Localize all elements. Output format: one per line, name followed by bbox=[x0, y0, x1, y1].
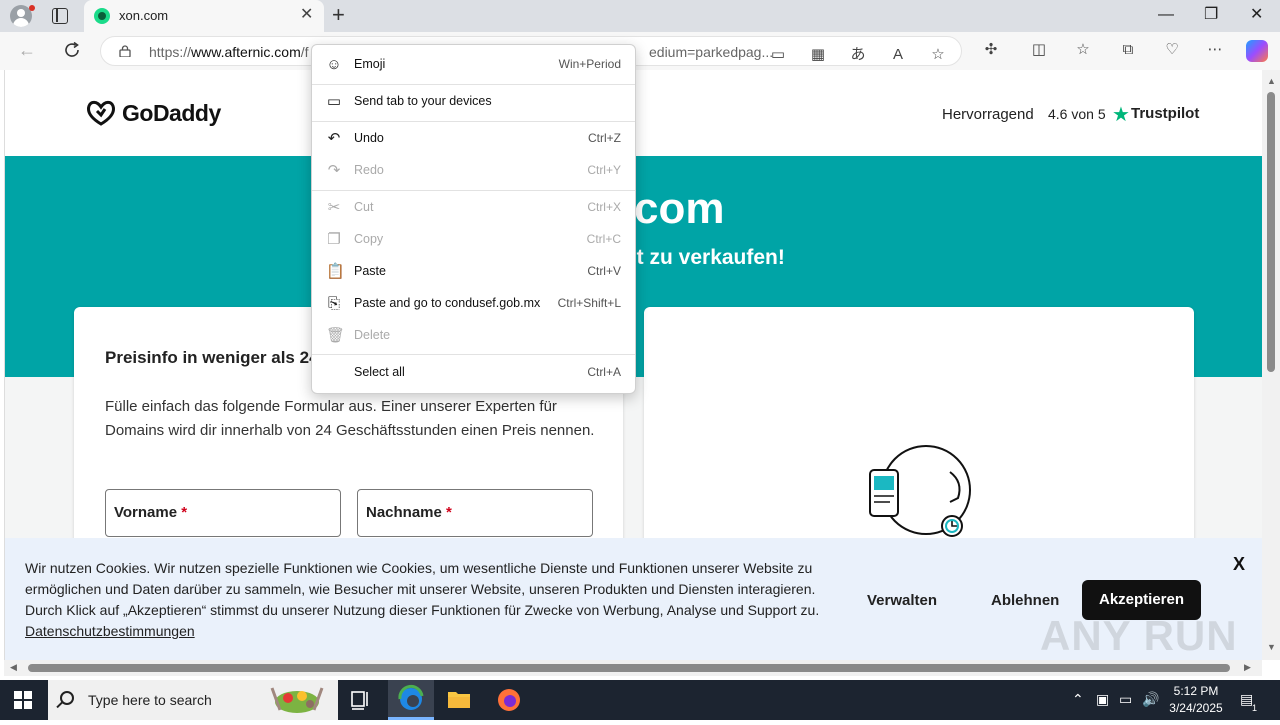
close-window-icon[interactable]: ✕ bbox=[1250, 6, 1263, 24]
browser-essentials-icon[interactable]: ♡ bbox=[1163, 41, 1181, 59]
show-hidden-icons-icon[interactable]: ⌃ bbox=[1072, 691, 1084, 707]
favicon-icon bbox=[94, 8, 110, 24]
anyrun-watermark: ANY RUN bbox=[1040, 612, 1238, 659]
context-menu: ☺ Emoji Win+Period ▭ Send tab to your de… bbox=[311, 44, 636, 394]
copy-icon: ❐ bbox=[327, 231, 341, 248]
menu-divider bbox=[312, 354, 635, 355]
undo-icon: ↶ bbox=[327, 130, 341, 147]
windows-start-icon[interactable] bbox=[14, 691, 32, 709]
vertical-scroll-thumb[interactable] bbox=[1267, 92, 1275, 372]
device-icon[interactable]: ▣ bbox=[1096, 691, 1109, 707]
tab-title: xon.com bbox=[119, 8, 169, 23]
cookie-close-button[interactable]: X bbox=[1233, 554, 1245, 575]
lock-icon[interactable] bbox=[119, 45, 131, 57]
paste-icon: 📋 bbox=[326, 263, 345, 280]
tab-strip: xon.com ✕ + — ❐ ✕ bbox=[0, 0, 1280, 32]
taskbar-search-box[interactable]: Type here to search bbox=[48, 680, 338, 720]
scroll-up-icon[interactable]: ▲ bbox=[1267, 76, 1276, 86]
menu-item-send-tab[interactable]: ▭ Send tab to your devices bbox=[312, 87, 635, 117]
reject-cookies-button[interactable]: Ablehnen bbox=[991, 592, 1059, 609]
profile-notification-dot bbox=[29, 5, 35, 11]
tab-close-icon[interactable]: ✕ bbox=[300, 7, 313, 23]
cast-icon[interactable]: ▭ bbox=[769, 46, 787, 64]
scroll-down-icon[interactable]: ▼ bbox=[1267, 642, 1276, 652]
scroll-right-icon[interactable]: ▶ bbox=[1244, 662, 1251, 673]
rating-label: Hervorragend bbox=[942, 106, 1034, 123]
menu-item-copy[interactable]: ❐ Copy Ctrl+C bbox=[312, 225, 635, 255]
task-view-icon[interactable] bbox=[338, 680, 384, 720]
menu-item-cut[interactable]: ✂ Cut Ctrl+X bbox=[312, 193, 635, 223]
redo-icon: ↷ bbox=[327, 162, 341, 179]
hero-title: com bbox=[634, 184, 725, 233]
tab-actions-icon[interactable] bbox=[52, 8, 68, 24]
favorite-star-icon[interactable]: ☆ bbox=[929, 46, 947, 64]
menu-divider bbox=[312, 121, 635, 122]
new-tab-icon[interactable]: + bbox=[332, 4, 345, 26]
hero-subtitle: st zu verkaufen! bbox=[625, 246, 785, 269]
firefox-icon[interactable] bbox=[486, 680, 532, 720]
favorites-icon[interactable]: ☆ bbox=[1074, 41, 1092, 59]
search-highlight-icon bbox=[270, 687, 324, 713]
phone-clock-illustration bbox=[869, 445, 971, 537]
url-text[interactable]: https://www.afternic.com/f bbox=[149, 44, 309, 60]
network-icon[interactable]: ▭ bbox=[1119, 691, 1132, 707]
manage-cookies-button[interactable]: Verwalten bbox=[867, 592, 937, 609]
url-tail-text[interactable]: edium=parkedpag... bbox=[649, 44, 773, 60]
copilot-icon[interactable] bbox=[1246, 40, 1268, 62]
clock-time[interactable]: 5:12 PM bbox=[1166, 684, 1226, 698]
form-heading: Preisinfo in weniger als 24 bbox=[105, 348, 319, 367]
apps-icon[interactable]: ▦ bbox=[809, 46, 827, 64]
notification-count-badge: 1 bbox=[1252, 703, 1258, 713]
cut-icon: ✂ bbox=[327, 199, 341, 216]
edge-taskbar-icon[interactable] bbox=[388, 680, 434, 720]
extensions-icon[interactable]: ✣ bbox=[982, 41, 1000, 59]
more-menu-icon[interactable]: ⋯ bbox=[1206, 41, 1224, 59]
privacy-policy-link[interactable]: Datenschutzbestimmungen bbox=[25, 623, 195, 639]
menu-divider bbox=[312, 84, 635, 85]
godaddy-logo-icon[interactable] bbox=[85, 98, 117, 128]
rating-value: 4.6 von 5 bbox=[1048, 106, 1106, 122]
emoji-icon: ☺ bbox=[326, 56, 342, 73]
search-placeholder: Type here to search bbox=[88, 692, 212, 708]
menu-item-emoji[interactable]: ☺ Emoji Win+Period bbox=[312, 50, 635, 80]
menu-item-select-all[interactable]: Select all Ctrl+A bbox=[312, 358, 635, 388]
cookie-text: Wir nutzen Cookies. Wir nutzen spezielle… bbox=[25, 560, 820, 639]
file-explorer-icon[interactable] bbox=[436, 680, 482, 720]
volume-icon[interactable]: 🔊 bbox=[1142, 691, 1159, 707]
translate-icon[interactable]: あ bbox=[849, 46, 867, 64]
minimize-icon[interactable]: — bbox=[1158, 6, 1174, 24]
logo-text[interactable]: GoDaddy bbox=[122, 100, 221, 127]
refresh-icon[interactable] bbox=[62, 40, 82, 60]
split-screen-icon[interactable]: ◫ bbox=[1030, 41, 1048, 59]
browser-toolbar: ← https://www.afternic.com/f edium=parke… bbox=[0, 32, 1280, 70]
first-name-field[interactable]: Vorname * bbox=[105, 489, 341, 537]
last-name-field[interactable]: Nachname * bbox=[357, 489, 593, 537]
maximize-icon[interactable]: ❐ bbox=[1204, 6, 1218, 24]
back-arrow-icon[interactable]: ← bbox=[18, 40, 36, 61]
form-intro: Fülle einfach das folgende Formular aus.… bbox=[105, 398, 595, 439]
menu-item-undo[interactable]: ↶ Undo Ctrl+Z bbox=[312, 124, 635, 154]
delete-icon: 🗑 bbox=[326, 327, 346, 344]
menu-item-paste-and-go[interactable]: ⎘ Paste and go to condusef.gob.mx Ctrl+S… bbox=[312, 289, 635, 319]
menu-item-redo[interactable]: ↷ Redo Ctrl+Y bbox=[312, 156, 635, 186]
menu-item-delete[interactable]: 🗑 Delete bbox=[312, 321, 635, 351]
send-tab-icon: ▭ bbox=[326, 93, 342, 110]
clock-date[interactable]: 3/24/2025 bbox=[1166, 701, 1226, 715]
tab-active[interactable]: xon.com ✕ bbox=[84, 0, 324, 32]
scroll-left-icon[interactable]: ◀ bbox=[10, 662, 17, 673]
menu-divider bbox=[312, 190, 635, 191]
menu-item-paste[interactable]: 📋 Paste Ctrl+V bbox=[312, 257, 635, 287]
search-icon bbox=[60, 691, 74, 705]
vertical-scrollbar[interactable]: ▲ ▼ bbox=[1262, 70, 1280, 660]
collections-icon[interactable]: ⧉ bbox=[1119, 41, 1137, 59]
read-aloud-icon[interactable]: A bbox=[889, 46, 907, 64]
trustpilot-logo[interactable]: Trustpilot bbox=[1131, 105, 1199, 122]
windows-taskbar: Type here to search ⌃ ▣ ▭ 🔊 5:12 PM 3/24… bbox=[0, 680, 1280, 720]
trustpilot-star-icon: ★ bbox=[1112, 104, 1130, 126]
horizontal-scrollbar[interactable]: ◀ ▶ bbox=[4, 660, 1262, 676]
horizontal-scroll-thumb[interactable] bbox=[28, 664, 1230, 672]
paste-go-icon: ⎘ bbox=[327, 295, 340, 312]
